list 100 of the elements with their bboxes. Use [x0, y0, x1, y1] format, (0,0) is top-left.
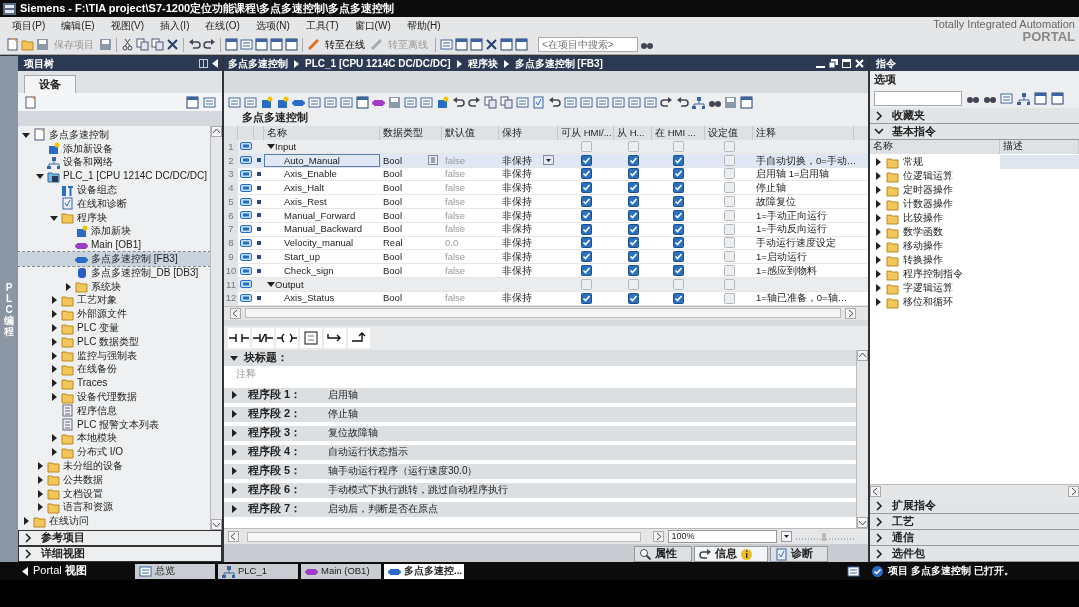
menu-item[interactable]: 帮助(H): [398, 20, 449, 32]
checkbox[interactable]: [673, 140, 684, 152]
tree-item[interactable]: PLC_1 [CPU 1214C DC/DC/DC]: [18, 169, 210, 184]
checkbox[interactable]: [673, 154, 684, 166]
empty-box-icon[interactable]: [301, 330, 321, 345]
tree-item[interactable]: 多点多速控制 [FB3]: [18, 252, 210, 266]
checkbox[interactable]: [723, 154, 735, 166]
checkbox[interactable]: [627, 196, 639, 208]
redo-icon[interactable]: [203, 38, 216, 51]
tree-item[interactable]: 在线备份: [18, 362, 210, 377]
checkbox[interactable]: [627, 223, 639, 235]
scroll-left-icon[interactable]: [230, 307, 241, 319]
name-cell[interactable]: Auto_Manual: [264, 153, 380, 167]
breadcrumb-item[interactable]: 多点多速控制 [FB3]: [514, 57, 603, 70]
section-name[interactable]: Output: [264, 277, 442, 291]
checkbox[interactable]: [673, 292, 684, 304]
window-icon[interactable]: [255, 38, 268, 51]
tool-icon[interactable]: [276, 95, 289, 109]
maximize-icon[interactable]: [842, 59, 851, 68]
checkbox[interactable]: [723, 237, 735, 249]
instruction-folder[interactable]: 移位和循环: [870, 295, 1079, 309]
name-cell[interactable]: Manual_Backward: [264, 222, 380, 236]
scroll-thumb[interactable]: [245, 308, 841, 319]
checkbox[interactable]: [580, 237, 592, 249]
expand-arrow-icon[interactable]: [36, 462, 44, 470]
checkbox[interactable]: [580, 140, 592, 152]
tool-icon[interactable]: [484, 95, 497, 109]
portal-view-button[interactable]: Portal 视图: [22, 564, 132, 578]
expand-arrow-icon[interactable]: [36, 172, 44, 181]
window-icon[interactable]: [455, 38, 468, 51]
network-row[interactable]: 程序段 3： 复位故障轴: [224, 425, 856, 441]
expand-arrow-icon[interactable]: [230, 391, 238, 400]
expand-arrow-icon[interactable]: [267, 280, 275, 289]
search-field[interactable]: [874, 90, 962, 106]
menu-item[interactable]: 选项(N): [247, 20, 298, 32]
breadcrumb-item[interactable]: 多点多速控制: [228, 57, 288, 70]
tree-item[interactable]: 添加新块: [18, 224, 210, 239]
inspector-tab[interactable]: 信息: [694, 546, 768, 562]
checkbox[interactable]: [673, 168, 684, 180]
expand-arrow-icon[interactable]: [230, 448, 238, 457]
expand-arrow-icon[interactable]: [22, 130, 30, 139]
window-icon[interactable]: [270, 38, 283, 51]
expand-arrow-icon[interactable]: [50, 296, 58, 305]
tree-item[interactable]: 程序块: [18, 210, 210, 225]
zoom-dropdown[interactable]: 100%: [668, 530, 777, 543]
checkbox[interactable]: [673, 251, 684, 263]
tree-item[interactable]: 未分组的设备: [18, 459, 210, 473]
x-icon[interactable]: [485, 38, 498, 51]
tool-icon[interactable]: [260, 95, 273, 109]
instruction-folder[interactable]: 定时器操作: [870, 183, 1079, 197]
checkbox[interactable]: [580, 292, 592, 304]
palette-section[interactable]: 通信: [870, 530, 1079, 546]
tree-item[interactable]: 文档设置: [18, 486, 210, 501]
tool-icon[interactable]: [356, 95, 369, 109]
panel-section[interactable]: 参考项目: [18, 530, 222, 546]
expand-arrow-icon[interactable]: [267, 142, 275, 151]
chevron-icon[interactable]: [874, 532, 884, 543]
scroll-up-icon[interactable]: [857, 349, 868, 361]
menu-item[interactable]: 在线(O): [197, 20, 248, 32]
restore-icon[interactable]: [829, 59, 838, 68]
menu-item[interactable]: 窗口(W): [346, 20, 399, 32]
palette-section[interactable]: 选件包: [870, 546, 1079, 562]
chevron-icon[interactable]: [874, 126, 884, 137]
curved-arrow-icon[interactable]: [548, 95, 561, 109]
instruction-folder[interactable]: 转换操作: [870, 253, 1079, 267]
checkbox[interactable]: [627, 237, 639, 249]
checkbox[interactable]: [673, 265, 684, 277]
checkbox[interactable]: [673, 196, 684, 208]
collapse-arrow-icon[interactable]: [212, 59, 218, 68]
checkbox[interactable]: [627, 140, 639, 152]
editor-tab[interactable]: PLC_1: [218, 563, 298, 579]
scroll-right-icon[interactable]: [1068, 486, 1079, 497]
expand-arrow-icon[interactable]: [50, 324, 58, 333]
name-cell[interactable]: Velocity_manual: [264, 236, 380, 250]
curved-arrow-icon[interactable]: [452, 95, 465, 109]
checkbox[interactable]: [723, 223, 735, 235]
checkbox[interactable]: [627, 251, 639, 263]
tree-item[interactable]: Traces: [18, 376, 210, 391]
tree-item[interactable]: 分布式 I/O: [18, 445, 210, 460]
scroll-down-icon[interactable]: [211, 519, 222, 530]
checkbox[interactable]: [723, 278, 735, 290]
tree-item[interactable]: PLC 数据类型: [18, 334, 210, 349]
checkbox[interactable]: [627, 154, 639, 166]
table-row[interactable]: 4 Axis_Halt Bool false 非保持 停止轴: [224, 181, 868, 196]
inspector-tab[interactable]: 属性: [634, 546, 692, 562]
expand-arrow-icon[interactable]: [50, 213, 58, 222]
palette-section[interactable]: 基本指令: [870, 124, 1079, 140]
paste-icon[interactable]: [151, 38, 164, 51]
curved-arrow-icon[interactable]: [676, 95, 689, 109]
expand-arrow-icon[interactable]: [230, 429, 238, 438]
expand-arrow-icon[interactable]: [50, 351, 58, 360]
tree-item[interactable]: 系统块: [18, 279, 210, 294]
checkbox[interactable]: [580, 251, 592, 263]
checkbox[interactable]: [627, 278, 639, 290]
checkbox[interactable]: [627, 265, 639, 277]
chevron-icon[interactable]: [874, 516, 884, 527]
checkbox[interactable]: [673, 209, 684, 221]
breadcrumb-item[interactable]: PLC_1 [CPU 1214C DC/DC/DC]: [305, 57, 451, 70]
expand-arrow-icon[interactable]: [36, 489, 44, 498]
editor-tab[interactable]: Main (OB1): [301, 563, 381, 579]
